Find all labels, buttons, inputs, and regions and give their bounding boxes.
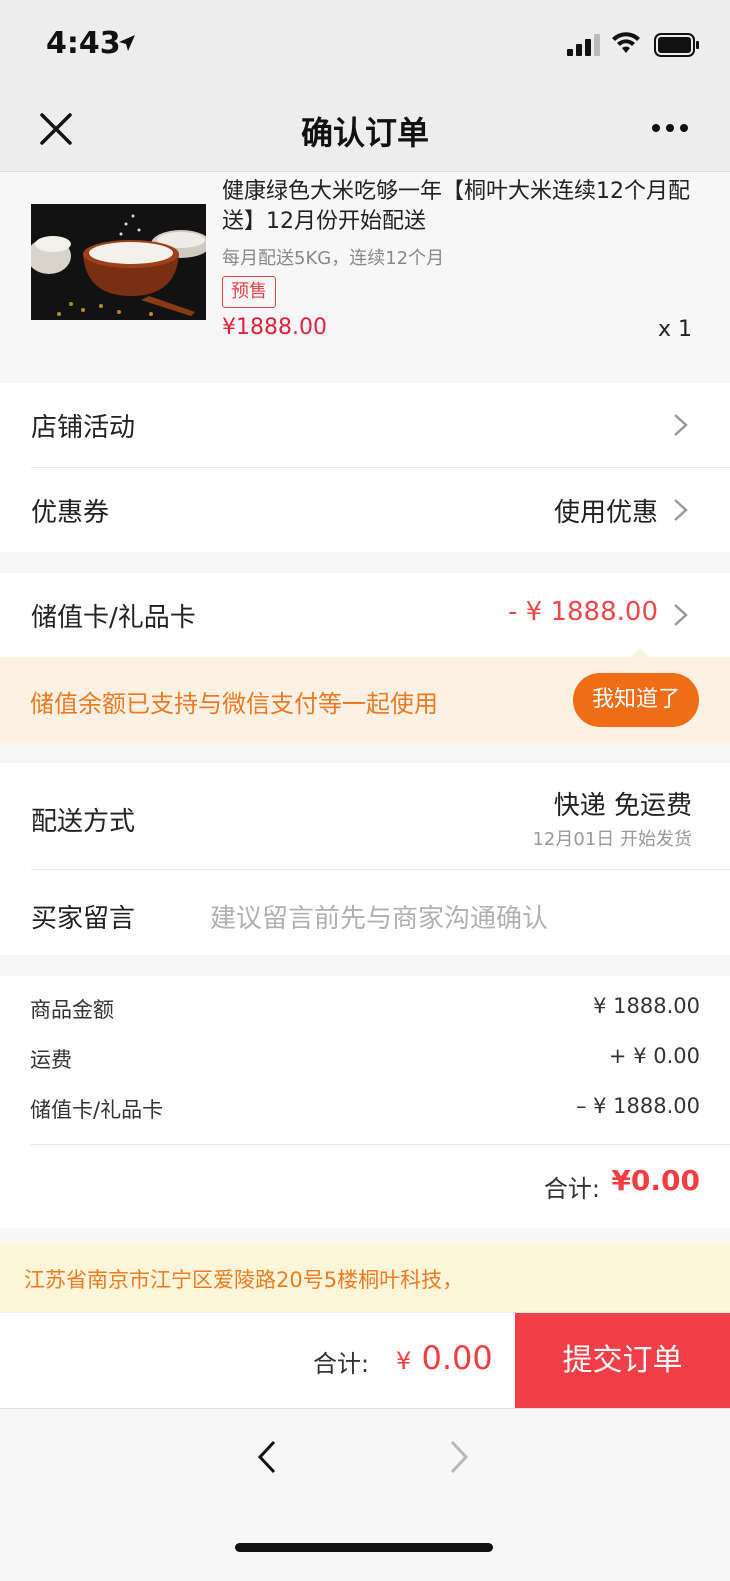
chevron-right-icon [674,499,688,521]
status-time: 4:43 [46,26,121,61]
presale-badge: 预售 [222,276,276,308]
tip-text: 储值余额已支持与微信支付等一起使用 [30,690,438,718]
status-bar: 4:43 [0,0,730,90]
divider [30,1144,730,1145]
product-card[interactable]: 健康绿色大米吃够一年【桐叶大米连续12个月配送】12月份开始配送 每月配送5KG… [0,172,730,382]
battery-icon [654,33,699,57]
summary-row: 运费 + ¥ 0.00 [0,1038,730,1078]
checkout-bar: 合计: ¥ 0.00 提交订单 [0,1312,730,1409]
chevron-right-icon [674,604,688,626]
shop-activity-row[interactable]: 店铺活动 [0,383,730,467]
got-it-button[interactable]: 我知道了 [573,673,699,727]
shop-activity-label: 店铺活动 [31,413,136,443]
bottom-total-label: 合计: [313,1350,370,1378]
stored-card-label: 储值卡/礼品卡 [31,603,196,633]
stored-balance-tip: 储值余额已支持与微信支付等一起使用 我知道了 [0,648,730,743]
more-icon[interactable] [651,123,689,133]
summary-label: 储值卡/礼品卡 [30,1098,164,1122]
product-price: ¥1888.00 [222,315,327,340]
product-image [31,204,206,320]
submit-order-button[interactable]: 提交订单 [515,1313,730,1409]
promotions-section: 店铺活动 优惠券 使用优惠 [0,383,730,552]
stored-card-value: - ¥ 1888.00 [508,597,658,627]
price-summary: 商品金额 ¥ 1888.00 运费 + ¥ 0.00 储值卡/礼品卡 – ¥ 1… [0,976,730,1228]
coupon-value: 使用优惠 [553,498,658,528]
coupon-label: 优惠券 [31,498,110,528]
product-spec: 每月配送5KG，连续12个月 [222,248,445,269]
buyer-message-label: 买家留言 [31,904,136,934]
product-quantity: x 1 [657,317,692,342]
summary-total-label: 合计: [543,1175,600,1203]
coupon-row[interactable]: 优惠券 使用优惠 [0,468,730,552]
delivery-label: 配送方式 [31,807,136,837]
stored-card-section: 储值卡/礼品卡 - ¥ 1888.00 [0,573,730,657]
summary-value: ¥ 1888.00 [593,994,700,1018]
wifi-icon [612,32,640,53]
summary-label: 商品金额 [30,998,114,1022]
page-title: 确认订单 [300,114,429,152]
address-text: 江苏省南京市江宁区爱陵路20号5楼桐叶科技， [24,1268,464,1292]
product-title: 健康绿色大米吃够一年【桐叶大米连续12个月配送】12月份开始配送 [222,179,690,234]
bottom-total-amount: 0.00 [421,1339,493,1377]
summary-label: 运费 [30,1048,72,1072]
summary-total-value: ¥0.00 [611,1164,700,1197]
back-arrow-icon[interactable] [256,1439,278,1475]
chevron-right-icon [674,414,688,436]
bottom-total-value: ¥ 0.00 [396,1339,493,1377]
delivery-ship-date: 12月01日 开始发货 [532,829,692,850]
forward-arrow-icon[interactable] [448,1439,470,1475]
address-bar[interactable]: 江苏省南京市江宁区爱陵路20号5楼桐叶科技， [0,1244,730,1312]
delivery-row[interactable]: 配送方式 快递 免运费 12月01日 开始发货 [0,763,730,869]
stored-card-row[interactable]: 储值卡/礼品卡 - ¥ 1888.00 [0,573,730,657]
signal-icon [567,34,600,56]
location-arrow-icon [119,35,135,51]
summary-value: – ¥ 1888.00 [575,1094,700,1118]
currency-symbol: ¥ [396,1347,412,1375]
summary-row: 商品金额 ¥ 1888.00 [0,988,730,1028]
summary-value: + ¥ 0.00 [608,1044,700,1068]
summary-row: 储值卡/礼品卡 – ¥ 1888.00 [0,1088,730,1128]
browser-toolbar [0,1408,730,1581]
home-indicator [235,1543,493,1552]
tip-pointer [630,648,650,658]
buyer-message-row: 买家留言 建议留言前先与商家沟通确认 [0,870,730,955]
delivery-section: 配送方式 快递 免运费 12月01日 开始发货 买家留言 建议留言前先与商家沟通… [0,763,730,955]
nav-bar: 确认订单 [0,90,730,172]
buyer-message-input[interactable]: 建议留言前先与商家沟通确认 [210,898,548,935]
delivery-method: 快递 免运费 [553,791,692,821]
